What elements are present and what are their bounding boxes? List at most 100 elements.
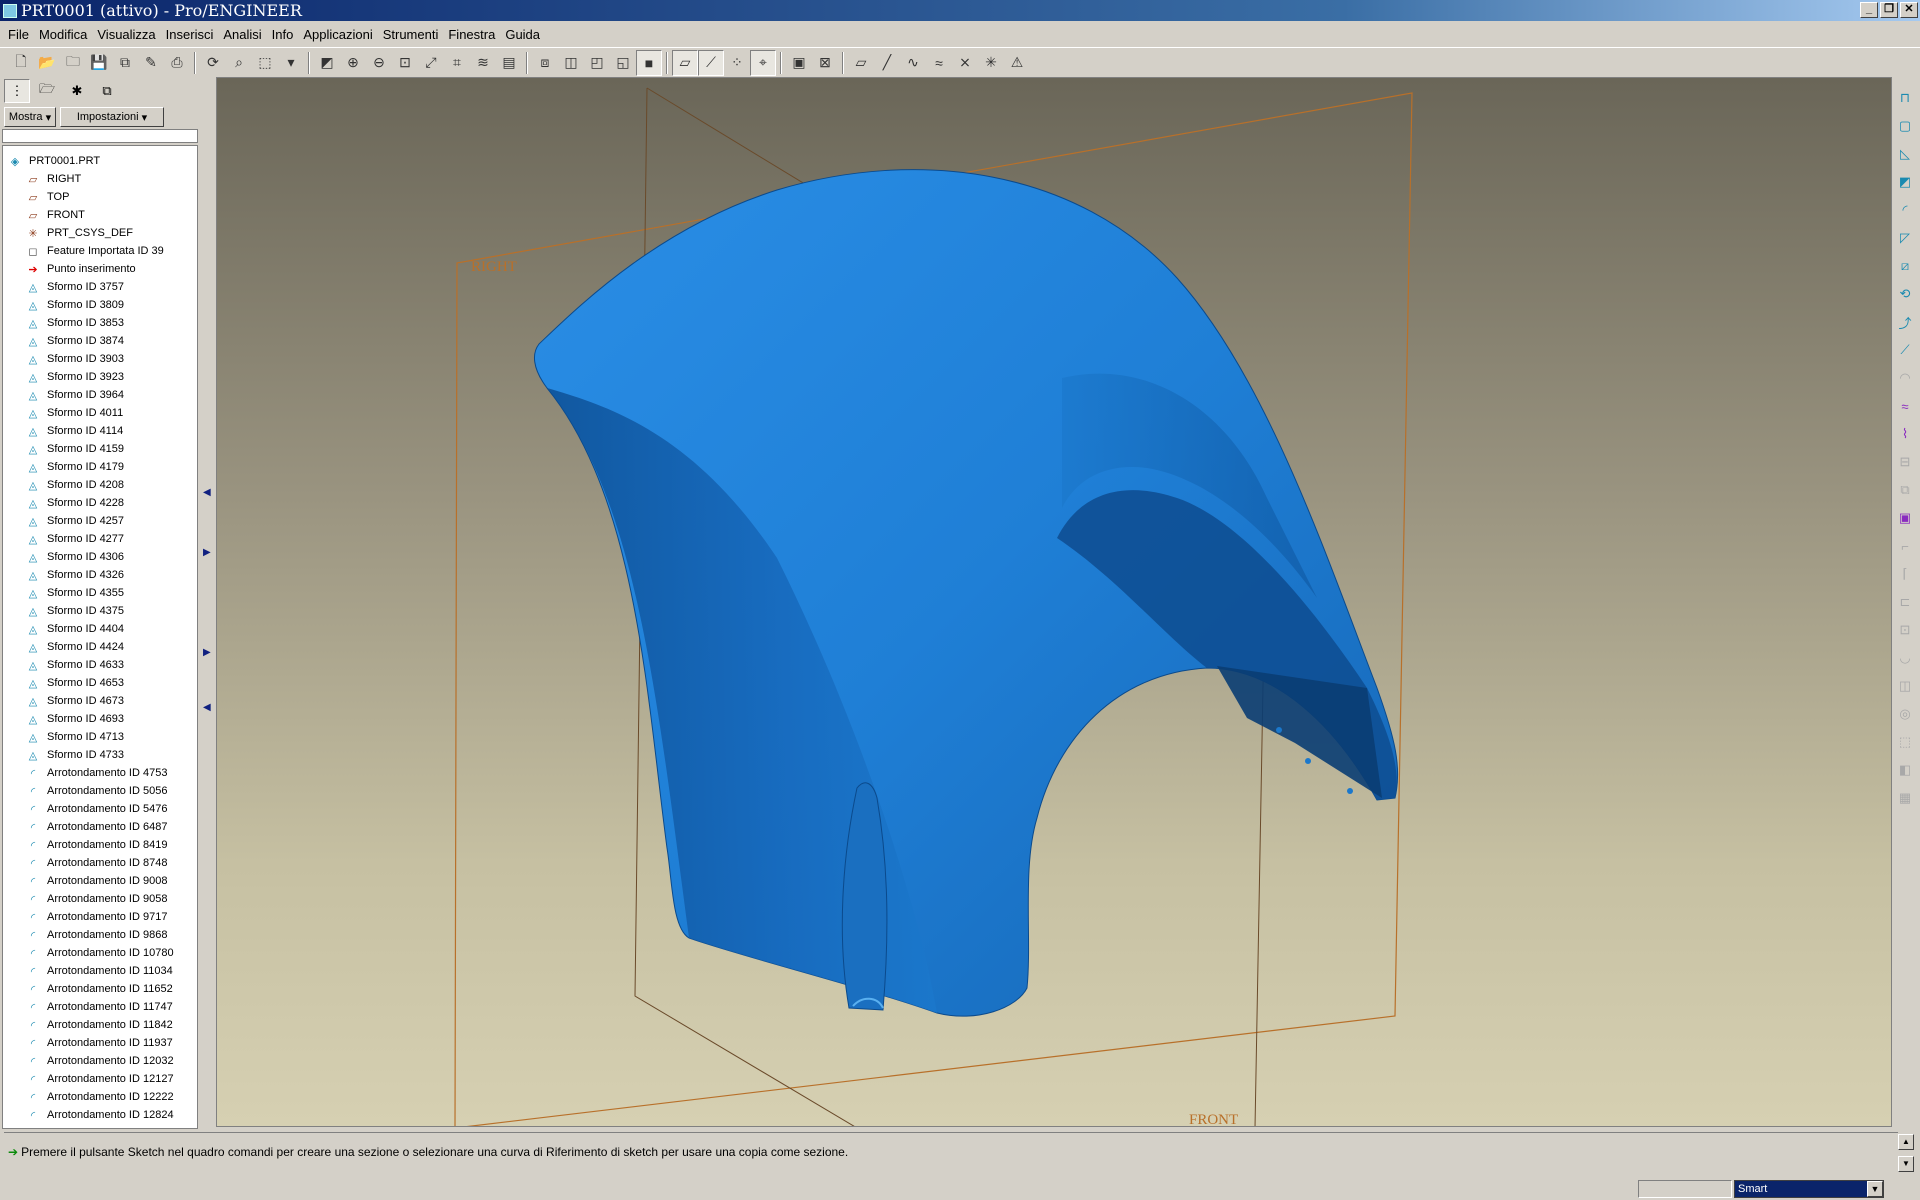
tree-item[interactable]: ◬ Sformo ID 3874 [3,332,197,350]
tree-item[interactable]: ◬ Sformo ID 4159 [3,440,197,458]
zoom-out-icon[interactable]: ⊖ [366,50,392,76]
saved-views-icon[interactable]: ▤ [496,50,522,76]
tree-item[interactable]: ◬ Sformo ID 4653 [3,674,197,692]
extend-tool-icon[interactable]: ⌈ [1894,561,1916,587]
tree-item[interactable]: ◬ Sformo ID 3903 [3,350,197,368]
tree-item[interactable]: ◬ Sformo ID 3964 [3,386,197,404]
folder-browser-tab-icon[interactable]: 🗁 [34,79,60,103]
variable-sweep-icon[interactable]: ⌇ [1894,421,1916,447]
rib-tool-icon[interactable]: ◺ [1894,141,1916,167]
menu-finestra[interactable]: Finestra [443,27,500,42]
scroll-down-button[interactable]: ▼ [1898,1156,1914,1172]
expand-right-icon[interactable]: ▶ [203,547,211,558]
connections-tab-icon[interactable]: ⧉ [94,79,120,103]
tree-item[interactable]: ◬ Sformo ID 4011 [3,404,197,422]
tree-item[interactable]: ◜ Arrotondamento ID 11034 [3,962,197,980]
close-window-icon[interactable]: ⊠ [812,50,838,76]
tree-item[interactable]: ▱ TOP [3,188,197,206]
favorites-tab-icon[interactable]: ✱ [64,79,90,103]
save-copy-icon[interactable]: ⧉ [112,50,138,76]
menu-strumenti[interactable]: Strumenti [378,27,444,42]
tree-item[interactable]: ◜ Arrotondamento ID 9008 [3,872,197,890]
tree-item[interactable]: ◈ PRT0001.PRT [3,152,197,170]
minimize-button[interactable]: _ [1860,2,1878,18]
tree-item[interactable]: ◜ Arrotondamento ID 9058 [3,890,197,908]
tree-item[interactable]: ◬ Sformo ID 4114 [3,422,197,440]
tree-item[interactable]: ◜ Arrotondamento ID 5056 [3,782,197,800]
restore-button[interactable]: ❐ [1880,2,1898,18]
tree-item[interactable]: ◜ Arrotondamento ID 12127 [3,1070,197,1088]
select-box-icon[interactable]: ⬚ [252,50,278,76]
save-icon[interactable]: 💾 [86,50,112,76]
tree-item[interactable]: ◜ Arrotondamento ID 12222 [3,1088,197,1106]
open-file-icon[interactable]: 📂 [34,50,60,76]
wireframe-icon[interactable]: ⧈ [532,50,558,76]
print-icon[interactable]: ⎙ [164,50,190,76]
tree-item[interactable]: ◬ Sformo ID 4277 [3,530,197,548]
tree-item[interactable]: ◜ Arrotondamento ID 11937 [3,1034,197,1052]
tree-item[interactable]: ◬ Sformo ID 4179 [3,458,197,476]
tree-item[interactable]: ◜ Arrotondamento ID 9717 [3,908,197,926]
mirror-tool-icon[interactable]: ◧ [1894,757,1916,783]
menu-inserisci[interactable]: Inserisci [161,27,219,42]
solidify-tool-icon[interactable]: ⊡ [1894,617,1916,643]
tree-item[interactable]: ◬ Sformo ID 3757 [3,278,197,296]
tree-item[interactable]: ◬ Sformo ID 4208 [3,476,197,494]
copy-tool-icon[interactable]: ⧉ [1894,477,1916,503]
tree-item[interactable]: ✳ PRT_CSYS_DEF [3,224,197,242]
tree-item[interactable]: ◜ Arrotondamento ID 11842 [3,1016,197,1034]
datum-plane-tool-icon[interactable]: ▱ [848,50,874,76]
tree-item[interactable]: ◬ Sformo ID 4257 [3,512,197,530]
tree-item[interactable]: ▱ FRONT [3,206,197,224]
hidden-line-icon[interactable]: ◫ [558,50,584,76]
scroll-up-button[interactable]: ▲ [1898,1134,1914,1150]
expand-right-icon[interactable]: ▶ [203,647,211,658]
open-session-icon[interactable]: 🗀 [60,50,86,76]
close-button[interactable]: ✕ [1900,2,1918,18]
tree-item[interactable]: ◬ Sformo ID 4713 [3,728,197,746]
model-tree-tab-icon[interactable]: ⋮ [4,79,30,103]
menu-modifica[interactable]: Modifica [34,27,92,42]
tree-item[interactable]: ◜ Arrotondamento ID 9868 [3,926,197,944]
blend-tool-icon[interactable]: ⟋ [1894,337,1916,363]
revolve-tool-icon[interactable]: ⟲ [1894,281,1916,307]
panel-splitter[interactable]: ◀ ▶ ▶ ◀ [200,77,214,1130]
tree-item[interactable]: ◬ Sformo ID 3809 [3,296,197,314]
tree-item[interactable]: ◜ Arrotondamento ID 11652 [3,980,197,998]
boundary-tool-icon[interactable]: ◠ [1894,365,1916,391]
tree-item[interactable]: ◜ Arrotondamento ID 6487 [3,818,197,836]
tree-item[interactable]: ◜ Arrotondamento ID 12824 [3,1106,197,1124]
view-manager-icon[interactable]: ⌗ [444,50,470,76]
tree-item[interactable]: ▱ RIGHT [3,170,197,188]
datum-curve-tool-icon[interactable]: ∿ [900,50,926,76]
tree-item[interactable]: ◬ Sformo ID 4633 [3,656,197,674]
project-tool-icon[interactable]: ◫ [1894,673,1916,699]
collapse-left-icon[interactable]: ◀ [203,487,211,498]
datum-axis-tool-icon[interactable]: ╱ [874,50,900,76]
thicken-tool-icon[interactable]: ⊏ [1894,589,1916,615]
tree-item[interactable]: ◬ Sformo ID 4306 [3,548,197,566]
tree-item[interactable]: ◜ Arrotondamento ID 8419 [3,836,197,854]
datum-planes-display-icon[interactable]: ▱ [672,49,698,76]
tree-item[interactable]: ◬ Sformo ID 3923 [3,368,197,386]
fender-model[interactable] [534,169,1399,1017]
new-file-icon[interactable]: 🗋 [8,50,34,76]
repaint-icon[interactable]: ◩ [314,50,340,76]
pattern-tool-icon[interactable]: ⬚ [1894,729,1916,755]
tree-filter-field[interactable] [2,129,198,143]
tree-item[interactable]: ◜ Arrotondamento ID 5476 [3,800,197,818]
tree-item[interactable]: ➔ Punto inserimento [3,260,197,278]
selection-filter-select[interactable]: Smart ▼ [1734,1180,1884,1198]
settings-button[interactable]: Impostazioni ▾ [60,107,164,127]
orient-icon[interactable]: ⤢ [418,50,444,76]
graphics-window[interactable]: RIGHT FRONT [216,77,1892,1127]
layers-icon[interactable]: ≋ [470,50,496,76]
datum-point-tool-icon[interactable]: ⨯ [952,50,978,76]
datum-points-display-icon[interactable]: ⁘ [724,50,750,76]
menu-applicazioni[interactable]: Applicazioni [298,27,377,42]
edit-icon[interactable]: ✎ [138,50,164,76]
extrude-tool-icon[interactable]: ⧄ [1894,253,1916,279]
tree-item[interactable]: ◬ Sformo ID 4355 [3,584,197,602]
menu-file[interactable]: File [3,27,34,42]
tree-item[interactable]: ◬ Sformo ID 4228 [3,494,197,512]
